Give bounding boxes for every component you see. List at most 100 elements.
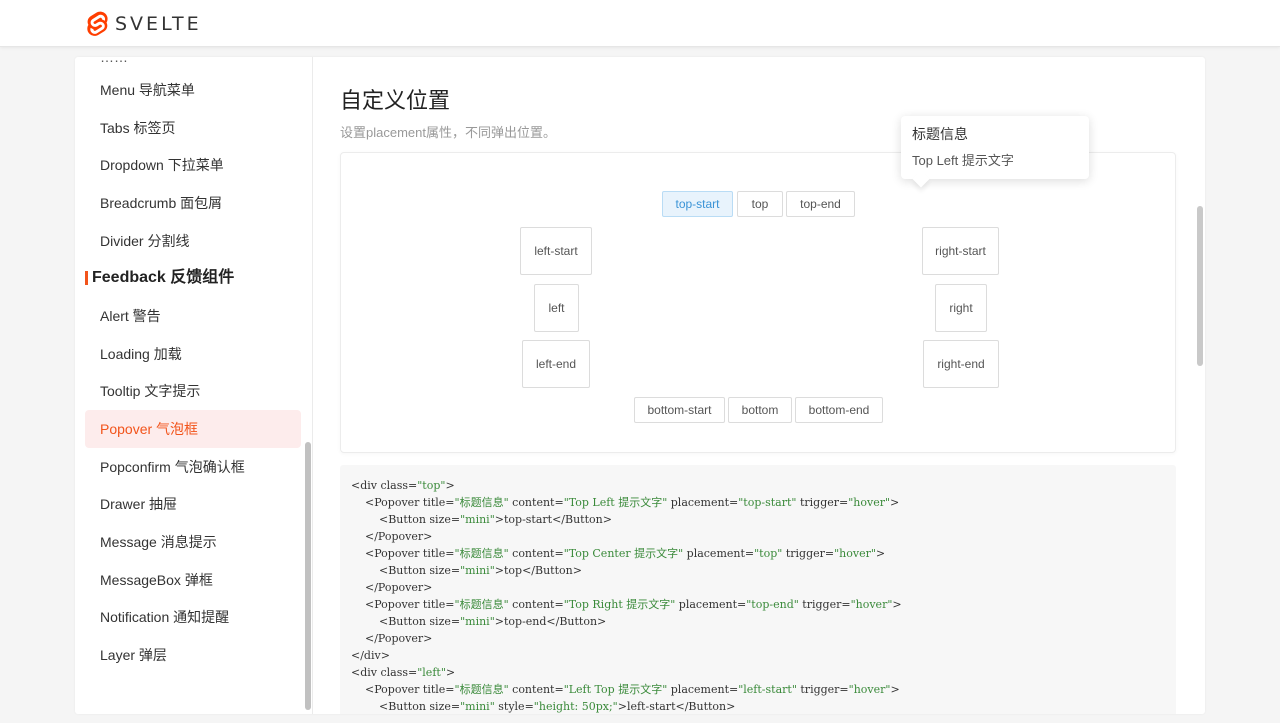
code-line: <div class="left">	[351, 664, 1165, 681]
sidebar-item-loading[interactable]: Loading 加载	[85, 335, 301, 373]
code-string: "标题信息"	[454, 683, 509, 696]
page-title: 自定义位置	[340, 88, 451, 113]
page-description: 设置placement属性，不同弹出位置。	[340, 125, 556, 140]
code-text: content=	[508, 598, 564, 611]
code-text: >left-start</Button>	[617, 700, 736, 713]
code-text: content=	[508, 547, 564, 560]
sidebar-scrollbar[interactable]	[305, 442, 311, 710]
code-line: <div class="top">	[351, 477, 1165, 494]
sidebar-item-popconfirm[interactable]: Popconfirm 气泡确认框	[85, 448, 301, 486]
code-text: trigger=	[798, 598, 851, 611]
sidebar-item-drawer[interactable]: Drawer 抽屉	[85, 485, 301, 523]
code-text: </Popover>	[351, 632, 433, 645]
code-text: placement=	[675, 598, 747, 611]
code-text: <Popover title=	[351, 496, 455, 509]
code-text: <Popover title=	[351, 683, 455, 696]
left-end-button[interactable]: left-end	[522, 340, 590, 388]
right-start-button[interactable]: right-start	[922, 227, 999, 275]
code-block: <div class="top"> <Popover title="标题信息" …	[340, 465, 1176, 714]
code-text: </Popover>	[351, 581, 433, 594]
popover-top-start: 标题信息 Top Left 提示文字	[901, 116, 1089, 188]
code-line: <Popover title="标题信息" content="Left Top …	[351, 681, 1165, 698]
top-button[interactable]: top	[737, 191, 783, 217]
code-text: <Button size=	[351, 513, 461, 526]
code-string: "hover"	[834, 547, 876, 560]
code-text: placement=	[667, 683, 739, 696]
main-content: 自定义位置 设置placement属性，不同弹出位置。 top-start to…	[314, 57, 1205, 714]
sidebar-item-dropdown[interactable]: Dropdown 下拉菜单	[85, 146, 301, 184]
sidebar-item-breadcrumb[interactable]: Breadcrumb 面包屑	[85, 184, 301, 222]
bottom-start-button[interactable]: bottom-start	[634, 397, 725, 423]
code-line: <Button size="mini" style="height: 50px;…	[351, 698, 1165, 714]
code-text: >	[890, 496, 900, 509]
code-text: >	[445, 479, 455, 492]
code-line: <Button size="mini">top-end</Button>	[351, 613, 1165, 630]
code-string: "mini"	[460, 615, 495, 628]
code-line: <Popover title="标题信息" content="Top Left …	[351, 494, 1165, 511]
code-text: placement=	[683, 547, 755, 560]
logo[interactable]: SVELTE	[85, 9, 202, 39]
code-text: <div class=	[351, 479, 418, 492]
sidebar-item-alert[interactable]: Alert 警告	[85, 297, 301, 335]
right-end-button[interactable]: right-end	[923, 340, 999, 388]
code-text: placement=	[667, 496, 739, 509]
content-scrollbar[interactable]	[1197, 206, 1203, 366]
sidebar: …… Menu 导航菜单 Tabs 标签页 Dropdown 下拉菜单 Brea…	[75, 57, 313, 714]
sidebar-item-layer[interactable]: Layer 弹层	[85, 636, 301, 674]
code-text: <Popover title=	[351, 598, 455, 611]
code-text: </div>	[351, 649, 390, 662]
left-button[interactable]: left	[534, 284, 579, 332]
sidebar-item-tooltip[interactable]: Tooltip 文字提示	[85, 372, 301, 410]
code-text: >top-start</Button>	[494, 513, 612, 526]
code-text: >top</Button>	[494, 564, 582, 577]
code-string: "mini"	[460, 564, 495, 577]
code-text: >	[875, 547, 886, 560]
top-start-button[interactable]: top-start	[662, 191, 733, 217]
top-bar: SVELTE	[0, 0, 1280, 47]
code-text: >	[445, 666, 456, 679]
sidebar-item-message[interactable]: Message 消息提示	[85, 523, 301, 561]
top-end-button[interactable]: top-end	[786, 191, 855, 217]
code-string: "标题信息"	[454, 598, 509, 611]
code-string: "left"	[417, 666, 446, 679]
code-string: "left-start"	[738, 683, 797, 696]
code-text: trigger=	[782, 547, 835, 560]
sidebar-group-feedback: Feedback 反馈组件	[85, 266, 234, 290]
sidebar-cut-item: ……	[100, 57, 128, 65]
bottom-button[interactable]: bottom	[728, 397, 792, 423]
code-string: "hover"	[848, 496, 891, 509]
svelte-logo-icon	[87, 11, 108, 36]
sidebar-item-popover[interactable]: Popover 气泡框	[85, 410, 301, 448]
sidebar-item-menu[interactable]: Menu 导航菜单	[85, 71, 301, 109]
sidebar-item-divider[interactable]: Divider 分割线	[85, 222, 301, 260]
code-text: <Popover title=	[351, 547, 455, 560]
code-string: "标题信息"	[454, 547, 509, 560]
sidebar-item-messagebox[interactable]: MessageBox 弹框	[85, 561, 301, 599]
code-string: "top"	[417, 479, 446, 492]
right-button[interactable]: right	[935, 284, 987, 332]
code-line: <Button size="mini">top</Button>	[351, 562, 1165, 579]
code-string: "top-end"	[746, 598, 799, 611]
code-text: <Button size=	[351, 615, 461, 628]
code-text: <Button size=	[351, 700, 461, 713]
app-name: SVELTE	[115, 13, 202, 35]
code-line: </Popover>	[351, 630, 1165, 647]
code-line: </Popover>	[351, 579, 1165, 596]
sidebar-item-notification[interactable]: Notification 通知提醒	[85, 598, 301, 636]
code-text: >top-end</Button>	[494, 615, 607, 628]
code-line: </Popover>	[351, 528, 1165, 545]
left-start-button[interactable]: left-start	[520, 227, 592, 275]
code-text: <Button size=	[351, 564, 461, 577]
code-text: style=	[494, 700, 534, 713]
demo-panel: top-start top top-end left-start left le…	[340, 152, 1176, 453]
code-string: "Top Center 提示文字"	[563, 547, 684, 560]
code-line: </div>	[351, 647, 1165, 664]
sidebar-item-tabs[interactable]: Tabs 标签页	[85, 109, 301, 147]
code-string: "Left Top 提示文字"	[563, 683, 668, 696]
code-text: <div class=	[351, 666, 418, 679]
code-text: content=	[508, 683, 564, 696]
code-string: "height: 50px;"	[533, 700, 618, 713]
bottom-end-button[interactable]: bottom-end	[795, 397, 883, 423]
code-line: <Popover title="标题信息" content="Top Cente…	[351, 545, 1165, 562]
code-text: content=	[508, 496, 564, 509]
